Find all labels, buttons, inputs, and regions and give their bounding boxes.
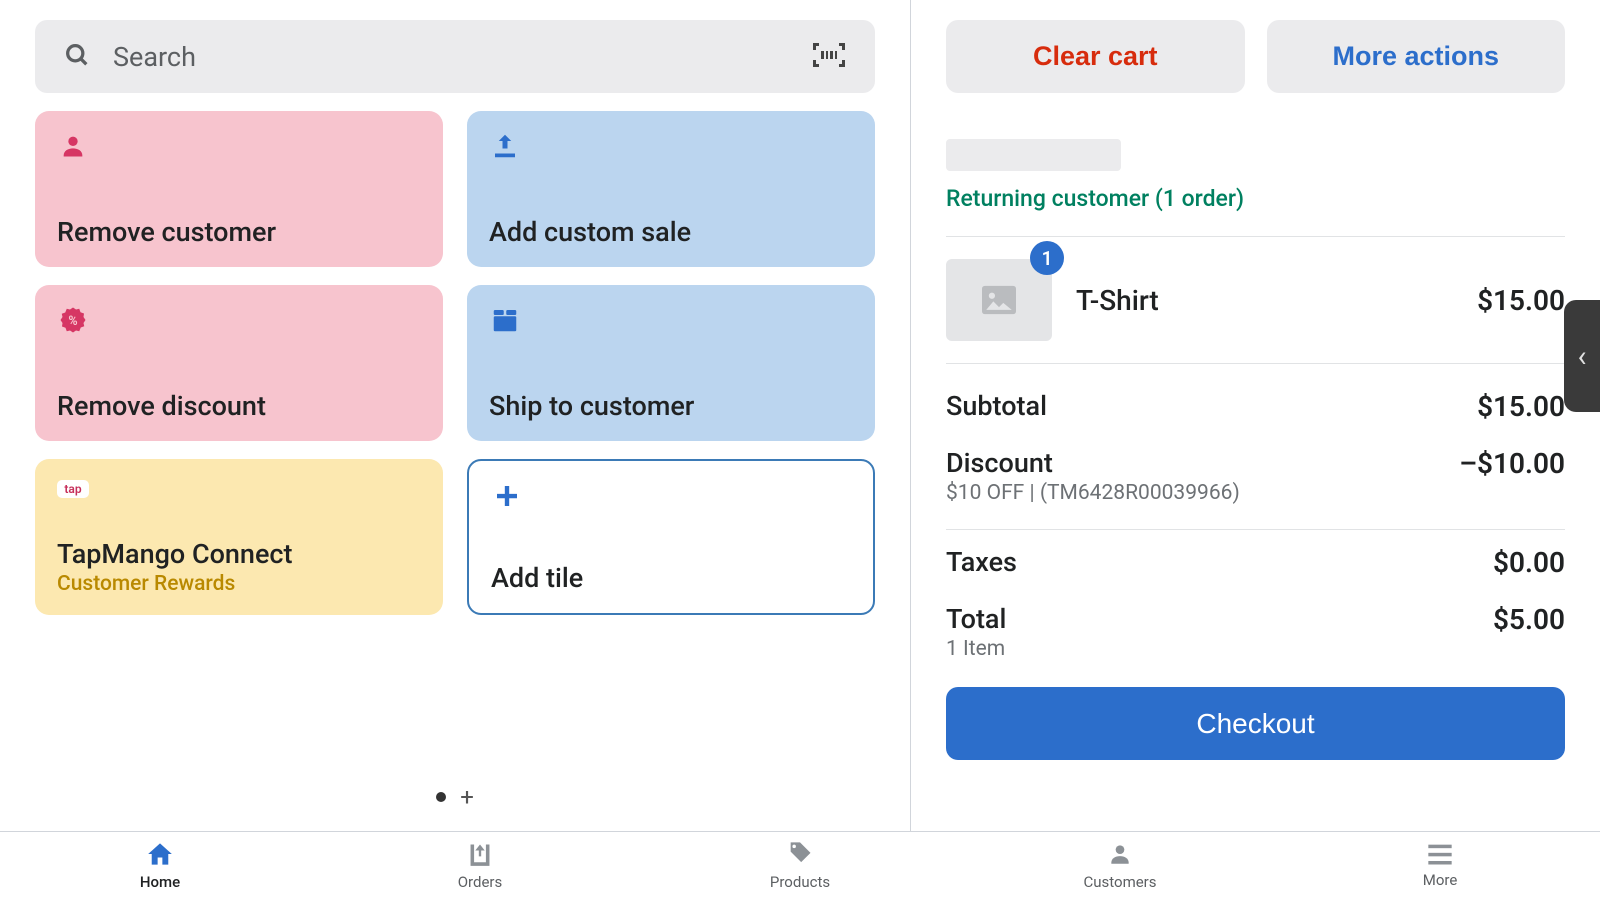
search-placeholder: Search: [113, 41, 811, 73]
remove-customer-tile[interactable]: Remove customer: [35, 111, 443, 267]
discount-row[interactable]: Discount $10 OFF | (TM6428R00039966) –$1…: [946, 435, 1565, 517]
barcode-scan-icon[interactable]: [811, 41, 847, 73]
discount-label: Discount: [946, 447, 1240, 479]
add-custom-sale-tile[interactable]: Add custom sale: [467, 111, 875, 267]
person-icon: [57, 130, 89, 162]
add-tile-button[interactable]: Add tile: [467, 459, 875, 615]
upload-icon: [489, 130, 521, 162]
remove-discount-tile[interactable]: % Remove discount: [35, 285, 443, 441]
inbox-download-icon: [465, 841, 495, 871]
nav-label: Customers: [1083, 873, 1156, 891]
nav-home[interactable]: Home: [0, 832, 320, 900]
tapmango-logo-chip: tap: [57, 480, 89, 498]
page-indicator: +: [35, 783, 875, 811]
search-icon: [63, 41, 91, 73]
ship-to-customer-tile[interactable]: Ship to customer: [467, 285, 875, 441]
tile-label: Add tile: [491, 562, 851, 594]
subtotal-label: Subtotal: [946, 390, 1047, 422]
discount-badge-icon: %: [57, 304, 89, 336]
separator: [946, 529, 1565, 530]
tile-label: TapMango Connect: [57, 538, 421, 570]
customer-info[interactable]: Returning customer (1 order): [946, 139, 1565, 212]
home-icon: [145, 841, 175, 871]
chevron-left-icon: ‹: [1577, 339, 1586, 374]
nav-label: More: [1423, 871, 1458, 889]
nav-products[interactable]: Products: [640, 832, 960, 900]
taxes-row: Taxes $0.00: [946, 534, 1565, 591]
ship-box-icon: [489, 304, 521, 336]
cart-items-list: 1 T-Shirt $15.00: [946, 236, 1565, 364]
tile-sub-label: Customer Rewards: [57, 572, 421, 596]
taxes-value: $0.00: [1493, 546, 1565, 579]
subtotal-value: $15.00: [1477, 390, 1565, 423]
checkout-button[interactable]: Checkout: [946, 687, 1565, 760]
tile-label: Ship to customer: [489, 390, 853, 422]
item-price: $15.00: [1477, 284, 1565, 317]
item-name: T-Shirt: [1076, 284, 1477, 317]
tag-icon: [786, 841, 814, 871]
total-item-count: 1 Item: [946, 637, 1006, 661]
tile-label: Remove customer: [57, 216, 421, 248]
total-value: $5.00: [1493, 603, 1565, 636]
svg-text:%: %: [68, 314, 77, 329]
customer-status: Returning customer (1 order): [946, 185, 1565, 212]
nav-customers[interactable]: Customers: [960, 832, 1280, 900]
tapmango-connect-tile[interactable]: tap TapMango Connect Customer Rewards: [35, 459, 443, 615]
customer-name-redacted: [946, 139, 1121, 171]
search-bar[interactable]: Search: [35, 20, 875, 93]
more-actions-button[interactable]: More actions: [1267, 20, 1566, 93]
person-icon: [1107, 841, 1133, 871]
nav-label: Orders: [458, 873, 503, 891]
side-drawer-handle[interactable]: ‹: [1564, 300, 1600, 412]
nav-label: Products: [770, 873, 830, 891]
nav-orders[interactable]: Orders: [320, 832, 640, 900]
page-dot-active[interactable]: [436, 792, 446, 802]
menu-icon: [1426, 843, 1454, 869]
add-page-icon[interactable]: +: [460, 783, 474, 811]
taxes-label: Taxes: [946, 546, 1017, 578]
total-row: Total 1 Item $5.00: [946, 591, 1565, 673]
tile-label: Add custom sale: [489, 216, 853, 248]
cart-item-row[interactable]: 1 T-Shirt $15.00: [946, 237, 1565, 363]
nav-more[interactable]: More: [1280, 832, 1600, 900]
clear-cart-button[interactable]: Clear cart: [946, 20, 1245, 93]
bottom-nav: Home Orders Products Customers More: [0, 831, 1600, 900]
subtotal-row: Subtotal $15.00: [946, 378, 1565, 435]
tile-label: Remove discount: [57, 390, 421, 422]
discount-value: –$10.00: [1459, 447, 1565, 480]
plus-icon: [491, 480, 523, 512]
nav-label: Home: [140, 873, 180, 891]
item-qty-badge: 1: [1030, 241, 1064, 275]
discount-detail: $10 OFF | (TM6428R00039966): [946, 481, 1240, 505]
total-label: Total: [946, 603, 1006, 635]
